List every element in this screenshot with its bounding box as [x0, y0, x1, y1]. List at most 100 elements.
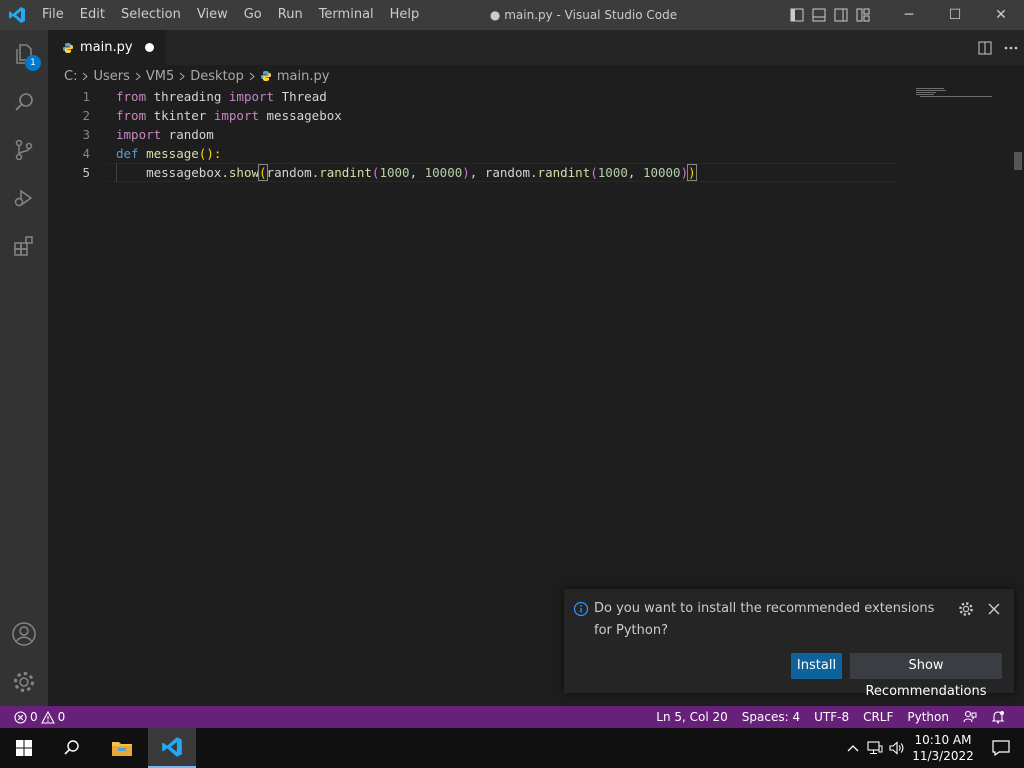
bell-icon[interactable] [984, 706, 1012, 728]
tab-label: main.py [80, 40, 133, 55]
number-literal: 1000 [597, 165, 628, 180]
windows-start-icon[interactable] [0, 728, 48, 768]
menu-selection[interactable]: Selection [113, 0, 189, 30]
error-icon [14, 710, 27, 724]
chevron-up-icon[interactable] [842, 744, 864, 752]
keyword: import [116, 127, 162, 142]
vscode-taskbar-icon[interactable] [148, 728, 196, 768]
function-name: randint [319, 165, 372, 180]
extensions-icon[interactable] [0, 222, 48, 270]
code-line: 4 def message(): [48, 144, 898, 163]
menu-help[interactable]: Help [382, 0, 428, 30]
line-number: 3 [82, 127, 90, 142]
run-debug-icon[interactable] [0, 174, 48, 222]
vertical-scrollbar[interactable] [1014, 152, 1022, 170]
keyword: import [228, 89, 275, 104]
number-literal: 1000 [379, 165, 410, 180]
open-paren: ( [258, 164, 268, 181]
unsaved-dot-icon[interactable] [145, 43, 154, 52]
tab-bar: main.py [48, 30, 1024, 65]
menu-go[interactable]: Go [236, 0, 270, 30]
object-name: random. [484, 165, 538, 180]
code-line: 2 from tkinter import messagebox [48, 106, 898, 125]
menu-run[interactable]: Run [270, 0, 311, 30]
line-number: 4 [82, 146, 90, 161]
module-name: random [161, 127, 214, 142]
feedback-person-icon[interactable] [956, 706, 984, 728]
warning-icon [40, 710, 55, 724]
minimize-button[interactable]: ─ [886, 0, 932, 30]
open-paren: ( [590, 165, 598, 180]
minimap[interactable] [916, 87, 1006, 107]
punctuation: (): [198, 146, 222, 161]
manage-gear-icon[interactable] [0, 658, 48, 706]
show-recommendations-button[interactable]: Show Recommendations [850, 653, 1002, 699]
close-icon[interactable] [985, 600, 1003, 618]
menu-file[interactable]: File [34, 0, 72, 30]
comma: , [409, 165, 425, 180]
search-icon[interactable] [48, 728, 96, 768]
customize-layout-icon[interactable] [852, 0, 874, 30]
gear-icon[interactable] [957, 600, 975, 618]
imported-name: messagebox [259, 108, 342, 123]
breadcrumb-drive[interactable]: C: [64, 69, 77, 84]
end-of-line[interactable]: CRLF [856, 706, 900, 728]
function-name: randint [537, 165, 591, 180]
windows-taskbar: 10:10 AM 11/3/2022 [0, 728, 1024, 768]
install-button[interactable]: Install [791, 653, 842, 679]
encoding[interactable]: UTF-8 [807, 706, 856, 728]
close-paren: ) [687, 164, 697, 181]
chevron-right-icon [82, 72, 89, 81]
module-name: threading [146, 89, 229, 104]
comma: , [627, 165, 643, 180]
cursor-position[interactable]: Ln 5, Col 20 [649, 706, 735, 728]
vscode-logo-icon[interactable] [0, 0, 34, 30]
breadcrumb-users[interactable]: Users [93, 69, 129, 84]
line-number: 5 [82, 165, 90, 180]
toggle-secondary-sidebar-icon[interactable] [830, 0, 852, 30]
title-bar: File Edit Selection View Go Run Terminal… [0, 0, 1024, 30]
python-file-icon [63, 42, 73, 53]
search-icon[interactable] [0, 78, 48, 126]
menu-view[interactable]: View [189, 0, 236, 30]
explorer-icon[interactable]: 1 [0, 30, 48, 78]
close-paren: ) [462, 165, 470, 180]
module-name: tkinter [146, 108, 214, 123]
indentation[interactable]: Spaces: 4 [735, 706, 807, 728]
language-mode[interactable]: Python [900, 706, 956, 728]
toggle-panel-icon[interactable] [808, 0, 830, 30]
file-explorer-icon[interactable] [98, 728, 146, 768]
menu-terminal[interactable]: Terminal [311, 0, 382, 30]
code-line: 1 from threading import Thread [48, 87, 898, 106]
number-literal: 10000 [642, 165, 681, 180]
breadcrumb-file[interactable]: main.py [277, 69, 330, 84]
source-control-icon[interactable] [0, 126, 48, 174]
line-number: 2 [82, 108, 90, 123]
close-window-button[interactable]: ✕ [978, 0, 1024, 30]
tab-main-py[interactable]: main.py [48, 30, 166, 65]
network-icon[interactable] [864, 741, 886, 755]
maximize-button[interactable]: ☐ [932, 0, 978, 30]
volume-icon[interactable] [886, 741, 908, 755]
close-paren: ) [680, 165, 689, 180]
breadcrumb: C: Users VM5 Desktop main.py [48, 65, 1024, 87]
toggle-primary-sidebar-icon[interactable] [786, 0, 808, 30]
chevron-right-icon [135, 72, 141, 81]
breadcrumb-desktop[interactable]: Desktop [190, 69, 244, 84]
menu-edit[interactable]: Edit [72, 0, 113, 30]
taskbar-clock[interactable]: 10:10 AM 11/3/2022 [908, 732, 978, 764]
breadcrumb-vm5[interactable]: VM5 [146, 69, 174, 84]
accounts-icon[interactable] [0, 610, 48, 658]
code-line: 3 import random [48, 125, 898, 144]
more-actions-icon[interactable] [998, 30, 1024, 65]
action-center-icon[interactable] [978, 740, 1024, 756]
line-number: 1 [82, 89, 90, 104]
split-editor-icon[interactable] [972, 30, 998, 65]
activity-bar: 1 [0, 30, 48, 706]
keyword: def [116, 146, 139, 161]
problems-indicator[interactable]: 0 0 [14, 706, 72, 728]
error-count: 0 [30, 710, 38, 724]
info-icon [573, 601, 589, 617]
